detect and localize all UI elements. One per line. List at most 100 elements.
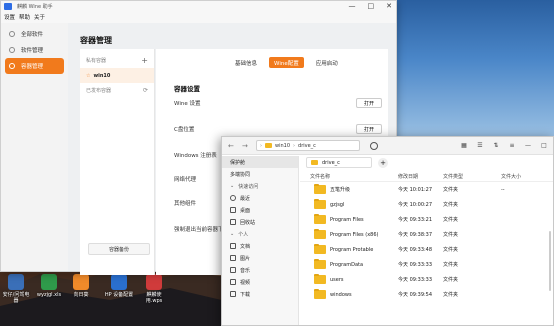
sidebar-item-vault[interactable]: 保护舱	[222, 156, 298, 168]
wine-sidebar: 全部软件 软件管理 容器管理	[1, 23, 68, 271]
search-icon[interactable]	[370, 141, 378, 150]
sidebar-group-personal[interactable]: ⌄ 个人	[222, 228, 298, 240]
column-header-name[interactable]: 文件名称	[300, 173, 398, 180]
menu-about[interactable]: 关于	[34, 13, 45, 21]
sort-icon[interactable]: ⇅	[491, 142, 501, 149]
breadcrumb[interactable]: › win10 › drive_c	[256, 140, 360, 151]
video-icon	[230, 279, 236, 285]
setting-row-wine: Wine 设置 打开	[174, 97, 382, 109]
sidebar-group-quick-access[interactable]: ⌄ 快速访问	[222, 180, 298, 192]
sidebar-item-trash[interactable]: 回收站	[222, 216, 298, 228]
file-date: 今天 10:00:27	[398, 202, 433, 208]
column-header-date[interactable]: 修改日期	[398, 173, 443, 180]
menu-icon[interactable]: ≡	[507, 142, 517, 149]
file-row[interactable]: Program Protable 今天 09:33:48 文件夹	[300, 242, 553, 257]
open-c-drive-button[interactable]: 打开	[356, 124, 382, 134]
back-arrow-icon[interactable]: ←	[228, 142, 236, 150]
file-type: 文件夹	[443, 232, 459, 238]
close-icon[interactable]: ✕	[386, 2, 392, 10]
file-row[interactable]: gzjsgl 今天 10:00:27 文件夹	[300, 197, 553, 212]
sidebar-item-multi-device[interactable]: 多端协同	[222, 168, 298, 180]
scrollbar[interactable]	[549, 231, 551, 291]
maximize-icon[interactable]: □	[539, 142, 549, 149]
sidebar-item-music[interactable]: 音乐	[222, 264, 298, 276]
menu-settings[interactable]: 设置	[4, 13, 15, 21]
file-manager-toolbar: ← → › win10 › drive_c ▦ ☰ ⇅ ≡ — □	[222, 137, 553, 155]
sidebar-item-all-software[interactable]: 全部软件	[5, 26, 64, 42]
breadcrumb-segment[interactable]: drive_c	[298, 143, 316, 149]
file-name: users	[330, 276, 344, 283]
file-row[interactable]: windows 今天 09:39:54 文件夹	[300, 287, 553, 302]
file-row[interactable]: ProgramData 今天 09:33:33 文件夹	[300, 257, 553, 272]
clock-icon	[230, 195, 236, 201]
sidebar-item-desktop[interactable]: 桌面	[222, 204, 298, 216]
add-container-icon[interactable]: +	[141, 56, 148, 65]
window-titlebar[interactable]: 麒麟 Wine 助手	[1, 1, 396, 11]
file-list-header: 文件名称 修改日期 文件类型 文件大小	[300, 171, 553, 182]
sidebar-group-label: 个人	[238, 231, 249, 238]
sidebar-item-label: 图片	[240, 255, 251, 262]
desktop-icon-3[interactable]: 向日葵	[67, 274, 95, 298]
maximize-icon[interactable]: □	[368, 2, 375, 10]
file-type: 文件夹	[443, 202, 459, 208]
breadcrumb-segment[interactable]: win10	[275, 143, 290, 149]
sidebar-item-documents[interactable]: 文档	[222, 240, 298, 252]
tab-app-launch[interactable]: 应用启动	[311, 57, 343, 68]
forward-arrow-icon[interactable]: →	[242, 142, 250, 150]
refresh-icon[interactable]: ⟳	[143, 87, 148, 94]
list-view-icon[interactable]: ☰	[475, 142, 485, 149]
desktop-icon-label: 安仔/问驾电器	[2, 292, 30, 304]
file-date: 今天 09:39:54	[398, 292, 433, 298]
file-list: 文件名称 修改日期 文件类型 文件大小 五笔升级 今天 10:01:27 文件夹…	[300, 171, 553, 325]
desktop-icon-5[interactable]: 麒麟使用.wps	[140, 274, 168, 304]
desktop-icon-4[interactable]: HP 设备配置	[99, 274, 139, 298]
menu-help[interactable]: 帮助	[19, 13, 30, 21]
tab-wine-config[interactable]: Wine配置	[269, 57, 304, 68]
sidebar-item-software-management[interactable]: 软件管理	[5, 42, 64, 58]
sidebar-item-label: 桌面	[240, 207, 251, 214]
container-backup-button[interactable]: 容器备份	[88, 243, 150, 255]
file-name: Program Protable	[330, 246, 374, 253]
column-header-size[interactable]: 文件大小	[501, 173, 541, 180]
tab-basic-info[interactable]: 基础信息	[230, 57, 262, 68]
sidebar-item-container-management[interactable]: 容器管理	[5, 58, 64, 74]
tab-drive-c[interactable]: drive_c	[306, 157, 372, 168]
sidebar-item-label: 多端协同	[230, 171, 251, 178]
desktop-icon-1[interactable]: 安仔/问驾电器	[2, 274, 30, 304]
published-containers-header[interactable]: 已发布容器 ⟳	[80, 83, 154, 98]
file-row[interactable]: Program Files (x86) 今天 09:38:37 文件夹	[300, 227, 553, 242]
sidebar-item-downloads[interactable]: 下载	[222, 288, 298, 300]
section-label: 已发布容器	[86, 88, 112, 94]
desktop-icon	[230, 207, 236, 213]
grid-view-icon[interactable]: ▦	[459, 142, 469, 149]
sidebar-group-label: 快速访问	[238, 183, 259, 190]
sidebar-item-recent[interactable]: 最近	[222, 192, 298, 204]
file-name: gzjsgl	[330, 201, 345, 208]
container-item-win10[interactable]: ☆ win10	[80, 68, 154, 83]
minimize-icon[interactable]: —	[349, 2, 356, 10]
music-icon	[230, 267, 236, 273]
desktop-icon-label: 向日葵	[73, 292, 89, 298]
desktop-icon-label: wyzjgl.xls	[36, 292, 62, 298]
file-row[interactable]: users 今天 09:33:33 文件夹	[300, 272, 553, 287]
file-type: 文件夹	[443, 217, 459, 223]
new-tab-button[interactable]: +	[378, 157, 388, 168]
file-row[interactable]: 五笔升级 今天 10:01:27 文件夹 --	[300, 182, 553, 197]
desktop-icon-2[interactable]: wyzjgl.xls	[35, 274, 63, 298]
file-date: 今天 09:33:21	[398, 217, 433, 223]
minimize-icon[interactable]: —	[523, 142, 533, 149]
open-wine-settings-button[interactable]: 打开	[356, 98, 382, 108]
file-name: Program Files	[330, 216, 364, 223]
container-name: win10	[93, 72, 111, 79]
settings-tabs: 基础信息 Wine配置 应用启动	[230, 57, 343, 68]
sidebar-item-pictures[interactable]: 图片	[222, 252, 298, 264]
column-header-type[interactable]: 文件类型	[443, 173, 501, 180]
folder-icon	[314, 213, 326, 224]
file-size: --	[501, 186, 505, 193]
download-icon	[230, 291, 236, 297]
file-row[interactable]: Program Files 今天 09:33:21 文件夹	[300, 212, 553, 227]
file-date: 今天 09:33:48	[398, 247, 433, 253]
trash-icon	[230, 219, 236, 225]
picture-icon	[230, 255, 236, 261]
sidebar-item-videos[interactable]: 视频	[222, 276, 298, 288]
